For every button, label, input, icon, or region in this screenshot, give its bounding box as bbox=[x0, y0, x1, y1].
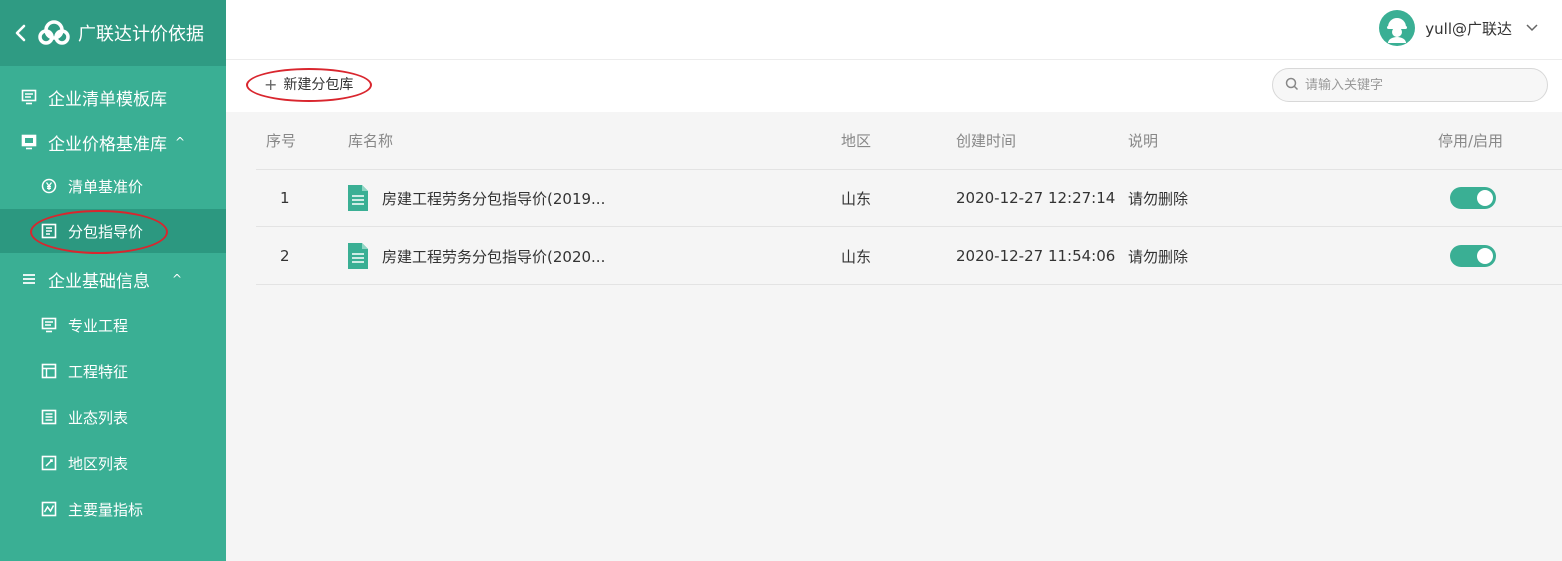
yen-circle-icon bbox=[40, 177, 58, 195]
sidebar-item-label: 企业价格基准库 bbox=[48, 134, 167, 155]
search-icon bbox=[1285, 76, 1299, 95]
sidebar-item-label: 地区列表 bbox=[68, 454, 129, 473]
sidebar-item-list-base-price[interactable]: 清单基准价 bbox=[0, 164, 226, 208]
toolbar: + 新建分包库 bbox=[226, 60, 1562, 112]
row-index: 1 bbox=[280, 189, 290, 207]
row-desc: 请勿删除 bbox=[1128, 247, 1189, 266]
sidebar-item-engineering-features[interactable]: 工程特征 bbox=[0, 349, 226, 393]
sidebar-item-label: 企业清单模板库 bbox=[48, 89, 167, 110]
sidebar-item-label: 企业基础信息 bbox=[48, 271, 150, 292]
sidebar-item-label: 分包指导价 bbox=[68, 222, 144, 241]
row-time: 2020-12-27 11:54:06 bbox=[956, 247, 1116, 265]
layout-icon bbox=[40, 362, 58, 380]
row-name-cell[interactable]: 房建工程劳务分包指导价(2020... bbox=[348, 228, 768, 284]
sidebar-item-label: 工程特征 bbox=[68, 362, 129, 381]
sidebar-item-enterprise-basic-info[interactable]: 企业基础信息 ^ bbox=[0, 257, 226, 301]
row-switch-cell bbox=[1436, 228, 1526, 284]
sidebar-item-label: 清单基准价 bbox=[68, 177, 144, 196]
chevron-down-icon[interactable] bbox=[1526, 21, 1538, 35]
monitor-icon bbox=[20, 133, 38, 151]
monitor-icon bbox=[20, 88, 38, 106]
enable-toggle[interactable] bbox=[1450, 245, 1496, 267]
library-name[interactable]: 房建工程劳务分包指导价(2019... bbox=[382, 188, 605, 209]
row-index: 2 bbox=[280, 247, 290, 265]
row-switch-cell bbox=[1436, 170, 1526, 226]
search-box[interactable] bbox=[1272, 68, 1548, 102]
username: yull@广联达 bbox=[1425, 19, 1512, 38]
row-time: 2020-12-27 12:27:14 bbox=[956, 189, 1116, 207]
row-desc: 请勿删除 bbox=[1128, 189, 1189, 208]
table-row[interactable]: 1 房建工程劳务分包指导价(2019... 山东 2020-12-27 12:2… bbox=[256, 170, 1562, 227]
row-area: 山东 bbox=[841, 247, 872, 266]
col-name-header: 库名称 bbox=[348, 132, 394, 150]
sidebar-item-label: 主要量指标 bbox=[68, 500, 144, 519]
enable-toggle[interactable] bbox=[1450, 187, 1496, 209]
edit-box-icon bbox=[40, 454, 58, 472]
new-button-label: 新建分包库 bbox=[283, 77, 354, 93]
col-desc-header: 说明 bbox=[1128, 132, 1159, 150]
menu-icon bbox=[20, 270, 38, 288]
sidebar-item-region-list[interactable]: 地区列表 bbox=[0, 441, 226, 485]
cloud-logo-icon bbox=[38, 19, 70, 47]
top-header: yull@广联达 bbox=[226, 0, 1562, 60]
chart-box-icon bbox=[40, 500, 58, 518]
col-time-header: 创建时间 bbox=[956, 132, 1017, 150]
avatar bbox=[1379, 10, 1416, 46]
sidebar-item-enterprise-list-template[interactable]: 企业清单模板库 bbox=[0, 75, 226, 119]
app-title: 广联达计价依据 bbox=[78, 24, 204, 45]
sidebar-item-business-list[interactable]: 业态列表 bbox=[0, 395, 226, 439]
table-row[interactable]: 2 房建工程劳务分包指导价(2020... 山东 2020-12-27 11:5… bbox=[256, 228, 1562, 285]
col-index-header: 序号 bbox=[266, 132, 297, 150]
back-arrow-icon[interactable] bbox=[10, 23, 30, 43]
main-content: 序号 库名称 地区 创建时间 说明 停用/启用 1 房建工程劳务分包指导价(20… bbox=[226, 112, 1562, 561]
library-name[interactable]: 房建工程劳务分包指导价(2020... bbox=[382, 246, 605, 267]
list-box-icon bbox=[40, 408, 58, 426]
file-icon bbox=[348, 243, 368, 269]
sidebar-item-enterprise-price-base[interactable]: 企业价格基准库 ^ bbox=[0, 120, 226, 164]
table-header: 序号 库名称 地区 创建时间 说明 停用/启用 bbox=[256, 112, 1562, 170]
sidebar-item-main-quantity-index[interactable]: 主要量指标 bbox=[0, 487, 226, 531]
row-area: 山东 bbox=[841, 189, 872, 208]
user-menu[interactable]: yull@广联达 bbox=[1379, 10, 1538, 46]
row-name-cell[interactable]: 房建工程劳务分包指导价(2019... bbox=[348, 170, 768, 226]
sidebar-item-professional-engineering[interactable]: 专业工程 bbox=[0, 303, 226, 347]
sidebar-item-subcontract-guide-price[interactable]: 分包指导价 bbox=[0, 209, 226, 253]
chevron-up-icon[interactable]: ^ bbox=[175, 135, 185, 149]
new-subcontract-library-button[interactable]: + 新建分包库 bbox=[264, 74, 353, 94]
monitor-icon bbox=[40, 316, 58, 334]
col-area-header: 地区 bbox=[841, 132, 872, 150]
chevron-up-icon[interactable]: ^ bbox=[172, 272, 182, 286]
toggle-knob bbox=[1477, 248, 1493, 264]
col-switch-header: 停用/启用 bbox=[1438, 132, 1504, 150]
search-input[interactable] bbox=[1305, 77, 1505, 93]
sidebar-header: 广联达计价依据 bbox=[0, 0, 226, 66]
sidebar-item-label: 业态列表 bbox=[68, 408, 129, 427]
plus-icon: + bbox=[264, 74, 278, 94]
file-icon bbox=[348, 185, 368, 211]
sidebar-item-label: 专业工程 bbox=[68, 316, 129, 335]
toggle-knob bbox=[1477, 190, 1493, 206]
document-box-icon bbox=[40, 222, 58, 240]
sidebar: 广联达计价依据 企业清单模板库 企业价格基准库 ^ 清单基准价 分包指导价 企业… bbox=[0, 0, 226, 561]
